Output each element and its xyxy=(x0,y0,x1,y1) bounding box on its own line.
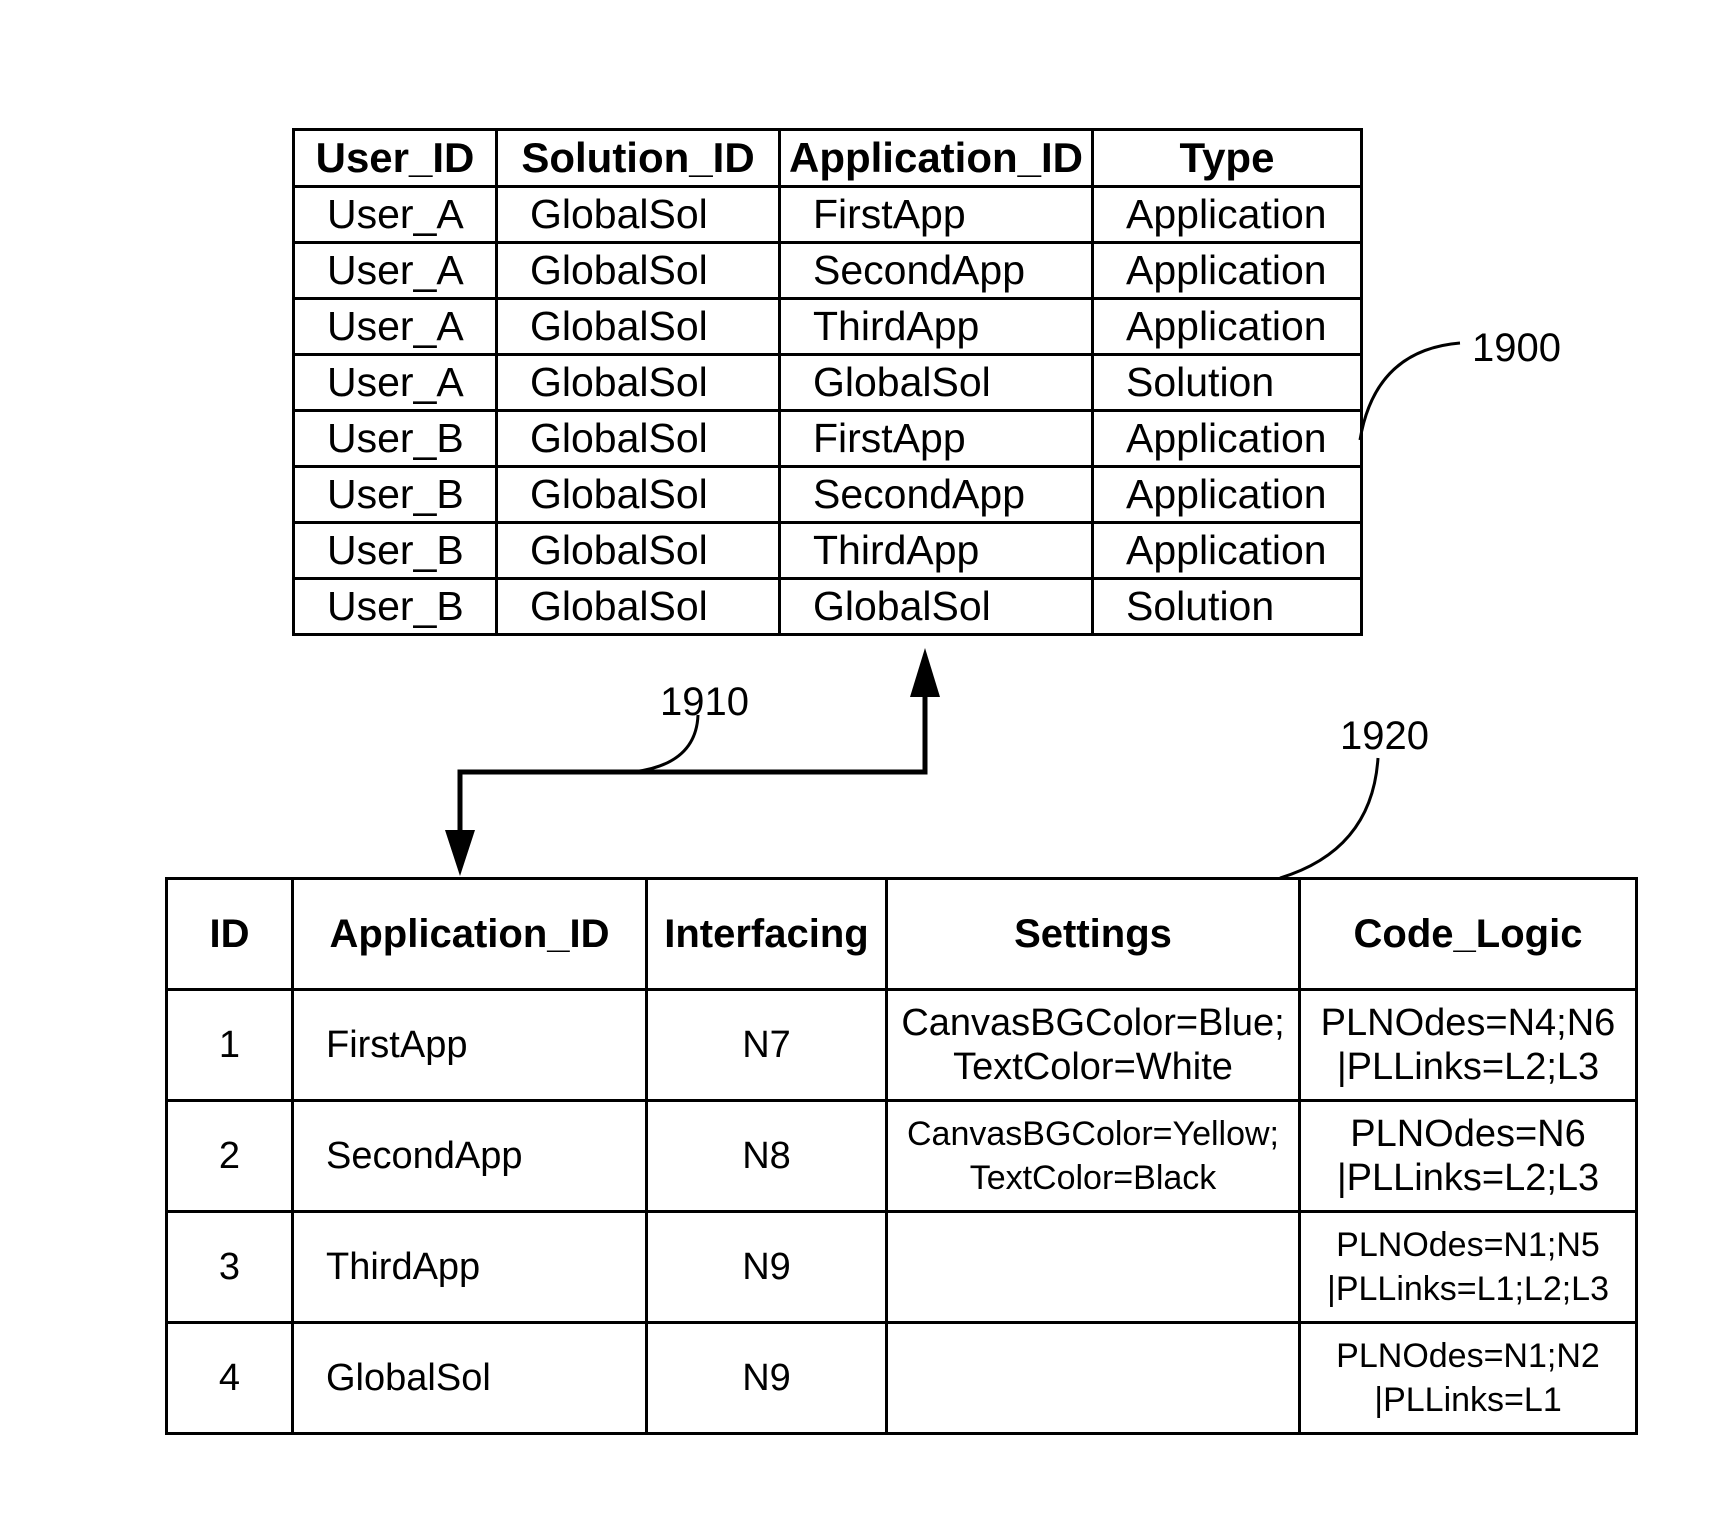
leader-1920 xyxy=(1279,757,1380,880)
reference-label-1920: 1920 xyxy=(1340,714,1429,758)
arrow-up-head xyxy=(910,648,940,697)
connector-overlay xyxy=(445,341,1461,880)
leader-1900 xyxy=(1358,341,1461,441)
arrow-down-head xyxy=(445,830,475,876)
reference-label-1900: 1900 xyxy=(1472,326,1561,370)
reference-label-1910: 1910 xyxy=(660,680,749,724)
